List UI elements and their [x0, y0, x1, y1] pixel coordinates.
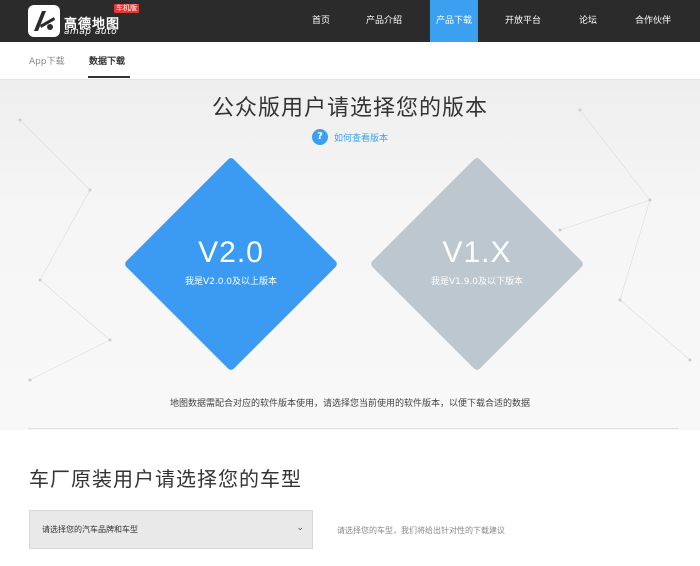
page-title: 公众版用户请选择您的版本: [211, 96, 488, 121]
nav-item-product-download[interactable]: 产品下载: [430, 0, 478, 42]
nav-item-partners[interactable]: 合作伙伴: [624, 0, 682, 42]
version-v2-label: V2.0: [198, 236, 264, 269]
question-icon: ?: [312, 129, 328, 145]
logo-badge: 车机版: [114, 4, 139, 13]
nav-item-forum[interactable]: 论坛: [568, 0, 608, 42]
version-v1-desc: 我是V1.9.0及以下版本: [430, 277, 524, 287]
section-divider: [28, 428, 679, 429]
car-section-title: 车厂原装用户请选择您的车型: [29, 467, 302, 491]
help-link-label: 如何查看版本: [334, 134, 389, 144]
nav-item-open-platform[interactable]: 开放平台: [494, 0, 552, 42]
version-v2-desc: 我是V2.0.0及以上版本: [184, 277, 278, 287]
version-v1-content: V1.X 我是V1.9.0及以下版本: [377, 236, 577, 287]
car-select-value: 请选择您的汽车品牌和车型: [42, 525, 138, 534]
tab-data-download[interactable]: 数据下载: [89, 54, 125, 67]
version-note: 地图数据需配合对应的软件版本使用，请选择您当前使用的软件版本，以便下载合适的数据: [169, 399, 530, 409]
tab-app-download[interactable]: App下载: [29, 54, 65, 67]
top-navigation-bar: 高德地图 amap auto 车机版 首页 产品介绍 产品下载 开放平台 论坛 …: [0, 0, 700, 42]
chevron-down-icon: ⌄: [296, 523, 304, 533]
version-select-section: 公众版用户请选择您的版本 ? 如何查看版本 V2.0 我是V2.0.0及以上版本…: [0, 80, 700, 430]
logo-mark-icon: [28, 5, 60, 37]
amap-auto-logo[interactable]: 高德地图 amap auto 车机版: [28, 4, 148, 38]
download-subtabs: App下载 数据下载: [0, 42, 700, 80]
version-v1-label: V1.X: [442, 236, 512, 269]
car-select-hint: 请选择您的车型，我们将给出针对性的下载建议: [337, 526, 505, 535]
active-tab-indicator: [88, 76, 130, 78]
nav-item-home[interactable]: 首页: [301, 0, 341, 42]
version-v2-content: V2.0 我是V2.0.0及以上版本: [131, 236, 331, 287]
car-model-select[interactable]: 请选择您的汽车品牌和车型 ⌄: [29, 510, 313, 549]
nav-item-product-intro[interactable]: 产品介绍: [355, 0, 413, 42]
logo-english-text: amap auto: [64, 27, 118, 37]
